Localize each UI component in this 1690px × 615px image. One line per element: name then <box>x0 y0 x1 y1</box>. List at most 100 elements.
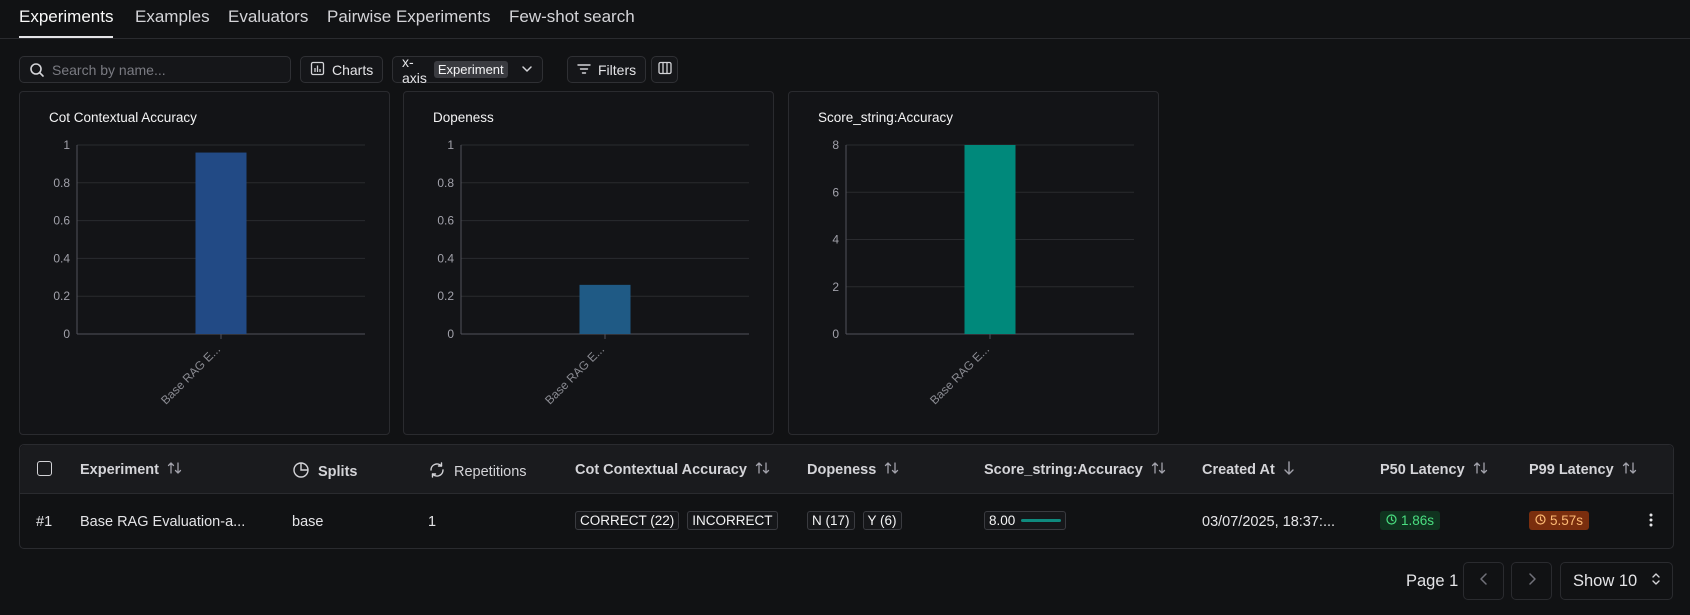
x-axis-select[interactable]: x-axis Experiment <box>392 53 543 86</box>
y-tick-label: 1 <box>447 138 454 152</box>
tag-correct[interactable]: CORRECT (22) <box>575 511 680 530</box>
bar <box>195 152 247 334</box>
p99-latency-badge: 5.57s <box>1529 511 1590 530</box>
tab-pairwise-experiments[interactable]: Pairwise Experiments <box>327 7 490 38</box>
x-tick-label: Base RAG E... <box>158 342 223 407</box>
column-header-label: Repetitions <box>454 464 527 480</box>
column-header-label: Created At <box>1202 462 1275 478</box>
y-tick-label: 0 <box>832 327 839 341</box>
chevron-down-icon <box>521 62 533 78</box>
sort-icon[interactable] <box>884 461 900 479</box>
filters-button[interactable]: Filters <box>567 56 647 83</box>
column-header-score-string-accuracy[interactable]: Score_string:Accuracy <box>984 461 1167 479</box>
y-tick-label: 0 <box>63 327 70 341</box>
sort-icon[interactable] <box>1151 461 1167 479</box>
bar-chart-dopeness: 0 0.2 0.4 0.6 0.8 1 Base RAG E... <box>437 138 749 407</box>
sort-icon[interactable] <box>1473 461 1489 479</box>
search-box[interactable] <box>19 56 291 83</box>
page-size-label: Show 10 <box>1573 571 1638 590</box>
column-header-label: Splits <box>318 464 358 480</box>
previous-page-button[interactable] <box>1463 562 1504 600</box>
column-header-label: Cot Contextual Accuracy <box>575 462 747 478</box>
chevron-up-down-icon <box>1651 571 1661 592</box>
bar <box>964 145 1016 334</box>
sort-icon[interactable] <box>167 461 183 479</box>
p50-latency-value: 1.86s <box>1401 513 1435 528</box>
bar <box>579 284 631 334</box>
column-header-label: Score_string:Accuracy <box>984 462 1143 478</box>
tab-examples[interactable]: Examples <box>135 7 210 38</box>
column-header-label: Experiment <box>80 462 159 478</box>
column-header-created-at[interactable]: Created At <box>1202 461 1295 479</box>
row-p50-latency: 1.86s <box>1380 511 1441 530</box>
page-indicator: Page 1 <box>1406 572 1459 590</box>
column-header-dopeness[interactable]: Dopeness <box>807 461 900 479</box>
search-input[interactable] <box>50 57 280 82</box>
tag-n[interactable]: N (17) <box>807 511 855 530</box>
tag-y[interactable]: Y (6) <box>862 511 902 530</box>
row-created-at: 03/07/2025, 18:37:... <box>1202 514 1336 530</box>
tag-incorrect[interactable]: INCORRECT <box>687 511 778 530</box>
x-axis-value: Experiment <box>433 61 508 78</box>
column-header-label: Dopeness <box>807 462 877 478</box>
clock-icon <box>1535 513 1546 528</box>
y-tick-label: 0 <box>447 327 454 341</box>
p50-latency-badge: 1.86s <box>1380 511 1441 530</box>
score-value: 8.00 <box>989 513 1016 528</box>
row-splits: base <box>292 514 324 530</box>
next-page-button[interactable] <box>1511 562 1552 600</box>
tab-evaluators[interactable]: Evaluators <box>228 7 308 38</box>
chevron-left-icon <box>1479 572 1489 591</box>
y-tick-label: 0.8 <box>53 176 70 190</box>
column-header-label: P99 Latency <box>1529 462 1614 478</box>
page-size-select[interactable]: Show 10 <box>1560 562 1673 600</box>
charts-button-label: Charts <box>332 61 374 78</box>
column-header-splits[interactable]: Splits <box>292 461 357 483</box>
chart-card-cot-contextual-accuracy: Cot Contextual Accuracy 0 0.2 0.4 0.6 0.8 1 Ba… <box>19 91 390 435</box>
x-axis-label: x-axis <box>402 53 427 86</box>
pie-chart-icon <box>292 461 310 483</box>
refresh-icon <box>428 461 446 483</box>
filter-icon <box>577 62 591 78</box>
columns-icon <box>657 61 672 78</box>
columns-button[interactable] <box>651 56 678 83</box>
select-all-checkbox[interactable] <box>37 461 52 476</box>
y-tick-label: 0.4 <box>437 251 454 265</box>
arrow-down-icon[interactable] <box>1283 461 1295 479</box>
tab-few-shot-search[interactable]: Few-shot search <box>509 7 635 38</box>
y-tick-label: 8 <box>832 138 839 152</box>
row-p99-latency: 5.57s <box>1529 511 1590 530</box>
row-cot-contextual-accuracy: CORRECT (22) INCORRECT <box>575 511 778 530</box>
score-badge: 8.00 <box>984 511 1067 530</box>
row-experiment-name[interactable]: Base RAG Evaluation-a... <box>80 514 245 530</box>
chart-card-score-string-accuracy: Score_string:Accuracy 0 2 4 6 8 Base RAG E... <box>788 91 1159 435</box>
sort-icon[interactable] <box>755 461 771 479</box>
clock-icon <box>1386 513 1397 528</box>
filters-button-label: Filters <box>598 61 637 78</box>
score-bar <box>1021 519 1062 522</box>
y-tick-label: 0.2 <box>437 289 454 303</box>
row-more-menu[interactable] <box>1648 512 1654 532</box>
charts-button[interactable]: Charts <box>300 56 384 83</box>
y-tick-label: 0.2 <box>53 289 70 303</box>
search-icon <box>29 62 45 83</box>
experiments-table: Experiment Splits Repetitions Cot Contex… <box>19 444 1674 549</box>
x-tick-label: Base RAG E... <box>542 342 607 407</box>
column-header-p50-latency[interactable]: P50 Latency <box>1380 461 1489 479</box>
column-header-p99-latency[interactable]: P99 Latency <box>1529 461 1638 479</box>
column-header-experiment[interactable]: Experiment <box>80 461 183 479</box>
column-header-cot-contextual-accuracy[interactable]: Cot Contextual Accuracy <box>575 461 771 479</box>
row-repetitions: 1 <box>428 514 437 530</box>
y-tick-label: 6 <box>832 185 839 199</box>
y-tick-label: 0.6 <box>53 214 70 228</box>
sort-icon[interactable] <box>1622 461 1638 479</box>
table-header: Experiment Splits Repetitions Cot Contex… <box>20 445 1673 494</box>
column-header-repetitions[interactable]: Repetitions <box>428 461 527 483</box>
experiments-page: Experiments Examples Evaluators Pairwise… <box>0 0 1690 615</box>
p99-latency-value: 5.57s <box>1550 513 1584 528</box>
more-vertical-icon[interactable] <box>1648 512 1654 532</box>
column-header-label: P50 Latency <box>1380 462 1465 478</box>
row-dopeness: N (17) Y (6) <box>807 511 902 530</box>
y-tick-label: 2 <box>832 280 839 294</box>
tab-experiments[interactable]: Experiments <box>19 7 114 38</box>
